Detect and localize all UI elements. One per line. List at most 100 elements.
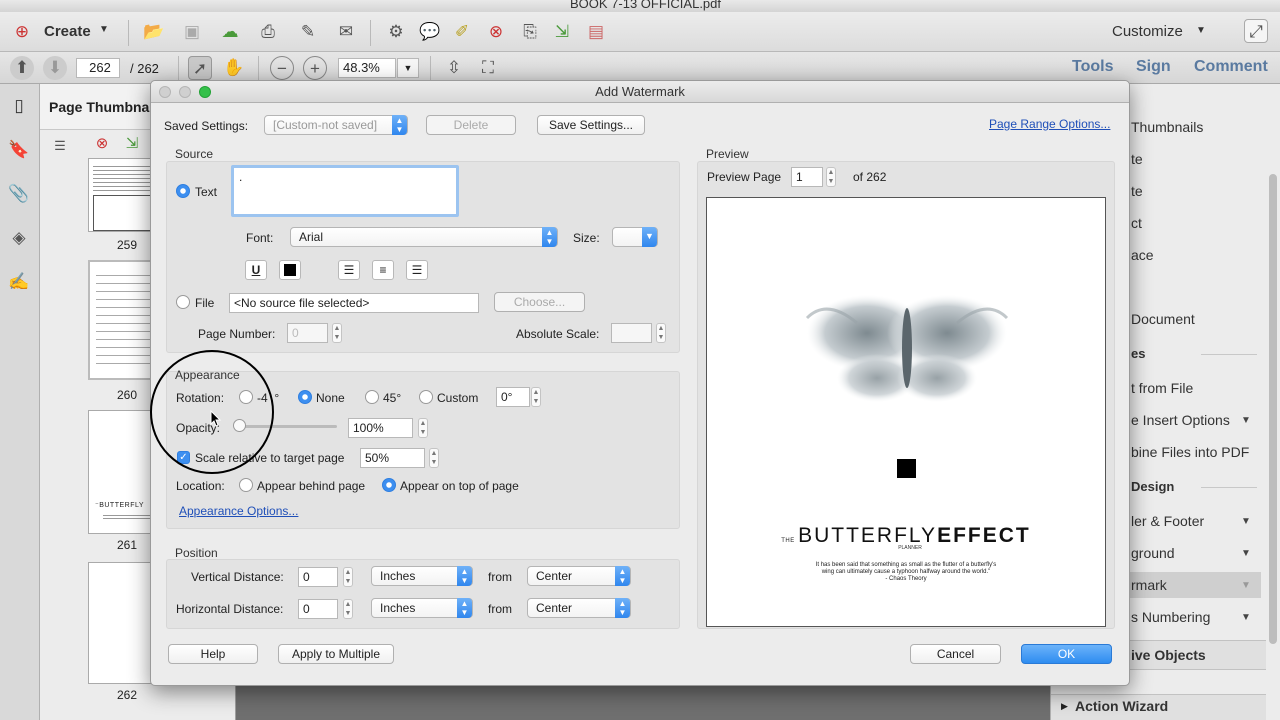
sign-tab[interactable]: Sign	[1136, 58, 1171, 76]
tools-item[interactable]: Thumbnails	[1131, 119, 1203, 135]
watermark-text-input[interactable]: .	[231, 165, 459, 217]
bookmark-icon[interactable]: 🔖	[7, 138, 31, 162]
apply-to-multiple-button[interactable]: Apply to Multiple	[278, 644, 394, 664]
scale-field[interactable]: 50%	[360, 448, 425, 468]
align-right-icon[interactable]: ☰	[406, 260, 428, 280]
absolute-scale-stepper[interactable]: ▲ ▼	[656, 323, 666, 343]
tools-item[interactable]: e Insert Options	[1131, 412, 1230, 428]
signatures-icon[interactable]: ✍	[7, 270, 31, 294]
vertical-distance-field[interactable]: 0	[298, 567, 338, 587]
tools-item-selected[interactable]: rmark	[1131, 577, 1167, 593]
create-button[interactable]: Create	[44, 23, 91, 40]
opacity-field[interactable]: 100%	[348, 418, 413, 438]
extract-icon[interactable]: ⎘	[518, 20, 542, 44]
comment-tab[interactable]: Comment	[1194, 58, 1268, 76]
tools-section-heading[interactable]: ive Objects	[1131, 647, 1206, 663]
rotation-none-radio[interactable]	[298, 390, 312, 404]
zoom-in-icon[interactable]: +	[303, 56, 327, 80]
horizontal-distance-field[interactable]: 0	[298, 599, 338, 619]
opacity-stepper[interactable]: ▲ ▼	[418, 418, 428, 438]
dropdown-arrow-icon[interactable]: ▼	[1241, 580, 1251, 591]
page-up-icon[interactable]: ⬆	[10, 56, 34, 80]
customize-button[interactable]: Customize	[1112, 23, 1183, 40]
tools-section-heading[interactable]: Design	[1131, 479, 1174, 494]
horizontal-unit-select[interactable]: Inches ▲ ▼	[371, 598, 473, 618]
tools-tab[interactable]: Tools	[1072, 58, 1113, 76]
vertical-unit-select[interactable]: Inches ▲ ▼	[371, 566, 473, 586]
zoom-input[interactable]: 48.3%	[338, 58, 396, 78]
action-wizard-heading[interactable]: Action Wizard	[1075, 698, 1168, 714]
tools-item[interactable]: te	[1131, 151, 1143, 167]
rotation-custom-radio[interactable]	[419, 390, 433, 404]
tools-section-heading[interactable]: es	[1131, 346, 1145, 361]
size-select[interactable]: ▼	[612, 227, 658, 247]
save-settings-button[interactable]: Save Settings...	[537, 115, 645, 135]
choose-file-button[interactable]: Choose...	[494, 292, 585, 312]
custom-rotation-field[interactable]: 0°	[496, 387, 530, 407]
cloud-upload-icon[interactable]: ☁	[218, 20, 242, 44]
save-icon[interactable]: ▣	[180, 20, 204, 44]
attachment-icon[interactable]: 📎	[7, 182, 31, 206]
edit-icon[interactable]: ✎	[296, 20, 320, 44]
fit-page-icon[interactable]: ⇳	[442, 56, 466, 80]
scale-stepper[interactable]: ▲ ▼	[429, 448, 439, 468]
source-file-field[interactable]: <No source file selected>	[229, 293, 479, 313]
dropdown-arrow-icon[interactable]: ▼	[1241, 516, 1251, 527]
hand-tool-icon[interactable]: ✋	[222, 56, 246, 80]
file-radio[interactable]	[176, 295, 190, 309]
form-icon[interactable]: ▤	[584, 20, 608, 44]
page-down-icon[interactable]: ⬇	[43, 56, 67, 80]
fit-width-icon[interactable]: ⛶	[476, 56, 500, 80]
ok-button[interactable]: OK	[1021, 644, 1112, 664]
page-thumbnails-icon[interactable]: ▯	[7, 94, 31, 118]
email-icon[interactable]: ✉	[334, 20, 358, 44]
tools-item[interactable]: ct	[1131, 215, 1142, 231]
vertical-from-select[interactable]: Center ▲ ▼	[527, 566, 631, 586]
customize-dropdown-icon[interactable]: ▼	[1196, 25, 1206, 36]
align-left-icon[interactable]: ☰	[338, 260, 360, 280]
rotation-45-radio[interactable]	[365, 390, 379, 404]
highlight-icon[interactable]: ✐	[450, 20, 474, 44]
tools-item[interactable]: te	[1131, 183, 1143, 199]
delete-button[interactable]: Delete	[426, 115, 516, 135]
page-range-options-link[interactable]: Page Range Options...	[989, 117, 1110, 131]
underline-button[interactable]: U	[245, 260, 267, 280]
zoom-out-icon[interactable]: −	[270, 56, 294, 80]
tools-item[interactable]: bine Files into PDF	[1131, 444, 1249, 460]
page-number-input[interactable]: 262	[76, 58, 120, 78]
layers-icon[interactable]: ◈	[7, 226, 31, 250]
comment-bubble-icon[interactable]: 💬	[418, 20, 442, 44]
expand-icon[interactable]: ⤢	[1244, 19, 1268, 43]
color-swatch-button[interactable]	[279, 260, 301, 280]
font-select[interactable]: Arial ▲ ▼	[290, 227, 558, 247]
create-icon[interactable]: ⊕	[10, 20, 34, 44]
insert-thumb-icon[interactable]: ⇲	[120, 132, 144, 156]
thumbnail-options-icon[interactable]: ☰	[48, 134, 72, 158]
tools-scrollbar[interactable]	[1269, 174, 1277, 644]
zoom-dropdown-icon[interactable]: ▼	[397, 58, 419, 78]
page-number-field[interactable]: 0	[287, 323, 328, 343]
cancel-button[interactable]: Cancel	[910, 644, 1001, 664]
vertical-distance-stepper[interactable]: ▲ ▼	[343, 567, 353, 587]
dropdown-arrow-icon[interactable]: ▼	[1241, 415, 1251, 426]
select-tool-icon[interactable]: ➚	[188, 56, 212, 80]
create-dropdown-icon[interactable]: ▼	[99, 24, 109, 35]
appear-on-top-radio[interactable]	[382, 478, 396, 492]
horizontal-distance-stepper[interactable]: ▲ ▼	[343, 599, 353, 619]
appear-behind-radio[interactable]	[239, 478, 253, 492]
preview-page-stepper[interactable]: ▲ ▼	[826, 167, 836, 187]
page-number-stepper[interactable]: ▲ ▼	[332, 323, 342, 343]
print-icon[interactable]: ⎙	[256, 20, 280, 44]
settings-icon[interactable]: ⚙	[384, 20, 408, 44]
tools-item[interactable]: Document	[1131, 311, 1195, 327]
absolute-scale-field[interactable]	[611, 323, 652, 343]
align-center-icon[interactable]: ≡	[372, 260, 394, 280]
text-radio[interactable]	[176, 184, 190, 198]
tools-item[interactable]: ace	[1131, 247, 1154, 263]
help-button[interactable]: Help	[168, 644, 258, 664]
tools-item[interactable]: ler & Footer	[1131, 513, 1204, 529]
preview-page-field[interactable]: 1	[791, 167, 823, 187]
delete-page-icon[interactable]: ⊗	[484, 20, 508, 44]
tools-item[interactable]: ground	[1131, 545, 1175, 561]
tools-item[interactable]: s Numbering	[1131, 609, 1210, 625]
